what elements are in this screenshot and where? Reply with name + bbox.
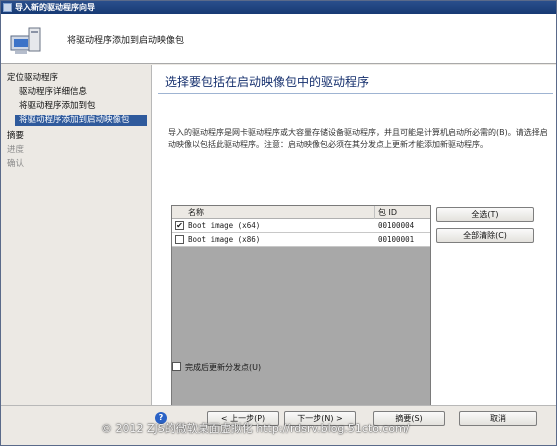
step-confirm: 确认 <box>7 159 25 169</box>
wizard-header: 将驱动程序添加到启动映像包 <box>1 14 556 64</box>
column-package-id[interactable]: 包 ID <box>378 207 397 218</box>
wizard-icon <box>3 3 12 12</box>
header-subtitle: 将驱动程序添加到启动映像包 <box>67 36 185 46</box>
computer-icon <box>10 27 41 54</box>
table-row[interactable]: ✔ Boot image (x64) 00100004 <box>172 219 430 233</box>
step-summary[interactable]: 摘要 <box>7 131 24 142</box>
step-locate-driver[interactable]: 定位驱动程序 <box>7 73 58 84</box>
step-add-to-package[interactable]: 将驱动程序添加到包 <box>19 101 96 112</box>
column-name[interactable]: 名称 <box>188 207 204 218</box>
row-name: Boot image (x64) <box>188 221 261 230</box>
page-title: 选择要包括在启动映像包中的驱动程序 <box>165 75 370 89</box>
update-dp-label: 完成后更新分发点(U) <box>185 363 262 372</box>
title-bar[interactable]: 导入新的驱动程序向导 <box>1 1 556 14</box>
wizard-steps: 定位驱动程序 驱动程序详细信息 将驱动程序添加到包 将驱动程序添加到启动映像包 … <box>1 65 151 425</box>
update-dp-option[interactable]: 完成后更新分发点(U) <box>172 362 261 373</box>
row-checkbox[interactable]: ✔ <box>175 221 184 230</box>
wizard-window: 导入新的驱动程序向导 将驱动程序添加到启动映像包 定位驱动程序 驱动程序详细信息… <box>0 0 557 446</box>
grid-header: 名称 包 ID <box>172 206 430 219</box>
copyright-watermark: © 2012 ZJS的微软桌面虚拟化 http://rdsrv.blog.51c… <box>101 422 410 435</box>
update-dp-checkbox[interactable] <box>172 362 181 371</box>
select-all-button[interactable]: 全选(T) <box>436 207 534 222</box>
step-driver-details[interactable]: 驱动程序详细信息 <box>19 87 87 98</box>
step-add-to-boot-image[interactable]: 将驱动程序添加到启动映像包 <box>15 115 147 126</box>
table-row[interactable]: Boot image (x86) 00100001 <box>172 233 430 247</box>
boot-image-list[interactable]: 名称 包 ID ✔ Boot image (x64) 00100004 Boot… <box>171 205 431 417</box>
row-name: Boot image (x86) <box>188 235 261 244</box>
cancel-button[interactable]: 取消 <box>459 411 537 426</box>
title-divider <box>158 93 553 94</box>
window-title: 导入新的驱动程序向导 <box>15 3 95 12</box>
main-panel: 选择要包括在启动映像包中的驱动程序 导入的驱动程序是网卡驱动程序或大容量存储设备… <box>151 65 556 417</box>
row-package-id: 00100004 <box>378 221 415 230</box>
step-progress: 进度 <box>7 145 25 155</box>
row-package-id: 00100001 <box>378 235 415 244</box>
clear-all-button[interactable]: 全部清除(C) <box>436 228 534 243</box>
row-checkbox[interactable] <box>175 235 184 244</box>
page-description: 导入的驱动程序是网卡驱动程序或大容量存储设备驱动程序，并且可能是计算机启动所必需… <box>168 128 548 149</box>
